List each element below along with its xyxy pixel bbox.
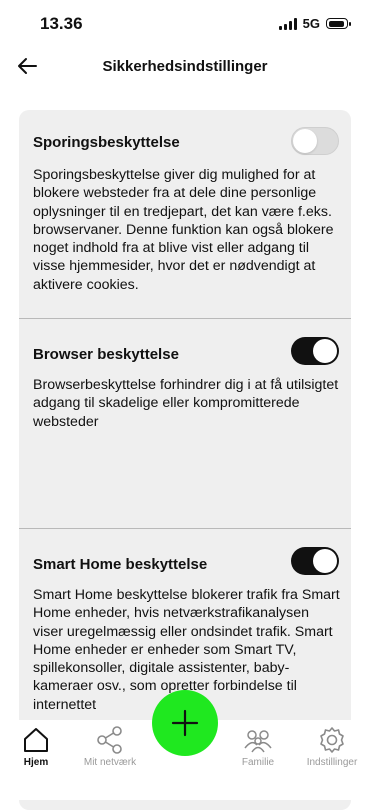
browser-protection-toggle[interactable] (291, 337, 339, 365)
nav-label: Mit netværk (83, 757, 137, 768)
setting-title: Smart Home beskyttelse (33, 556, 208, 573)
gear-icon (320, 727, 344, 753)
page-title: Sikkerhedsindstillinger (102, 58, 268, 75)
status-icons: 5G (278, 16, 351, 31)
family-icon (244, 730, 272, 753)
tracking-protection-toggle[interactable] (291, 127, 339, 155)
share-network-icon (97, 726, 122, 754)
nav-label: Hjem (23, 757, 49, 768)
header: Sikkerhedsindstillinger (0, 48, 370, 88)
nav-label: Indstillinger (306, 757, 358, 768)
nav-item-settings[interactable]: Indstillinger (292, 726, 370, 768)
setting-description: Sporingsbeskyttelse giver dig mulighed f… (33, 167, 334, 293)
nav-label: Familie (241, 757, 275, 768)
nav-item-family[interactable]: Familie (218, 726, 298, 768)
setting-tracking-protection: Sporingsbeskyttelse Sporingsbeskyttelse … (19, 110, 351, 319)
plus-icon (171, 709, 199, 737)
nav-item-my-network[interactable]: Mit netværk (70, 726, 150, 768)
battery-icon (326, 18, 351, 29)
home-icon (24, 728, 48, 752)
status-bar: 13.36 5G (0, 0, 370, 48)
setting-description: Browserbeskyttelse forhindrer dig i at f… (33, 377, 339, 430)
network-type: 5G (302, 16, 320, 31)
signal-icon (278, 17, 297, 30)
status-time: 13.36 (40, 14, 83, 33)
setting-title: Sporingsbeskyttelse (33, 134, 180, 151)
setting-browser-protection: Browser beskyttelse Browserbeskyttelse f… (19, 319, 351, 529)
nav-item-home[interactable]: Hjem (0, 726, 76, 768)
setting-title: Browser beskyttelse (33, 346, 179, 363)
add-button[interactable] (152, 690, 218, 756)
smart-home-protection-toggle[interactable] (291, 547, 339, 575)
